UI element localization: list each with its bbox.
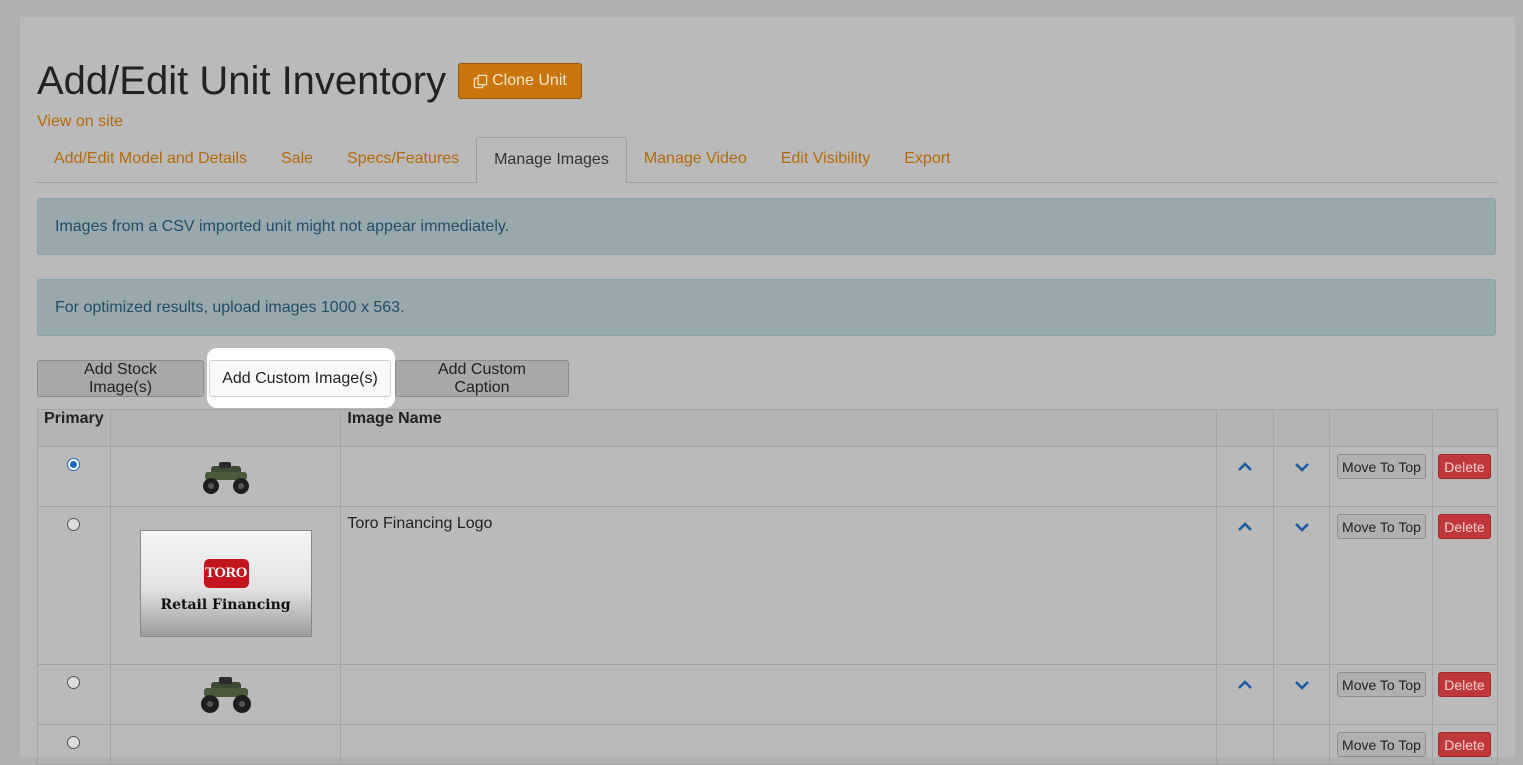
move-to-top-button[interactable]: Move To Top (1336, 454, 1426, 479)
page-container: Add/Edit Unit Inventory Clone Unit View … (20, 17, 1515, 765)
title-row: Add/Edit Unit Inventory Clone Unit (37, 57, 582, 105)
chevron-up-icon[interactable] (1238, 522, 1253, 532)
column-header-delete (1431, 409, 1499, 447)
chevron-down-icon[interactable] (1294, 462, 1309, 472)
clone-icon (473, 74, 488, 88)
image-name-cell (340, 664, 1218, 725)
column-header-move-top (1328, 409, 1433, 447)
primary-radio[interactable] (67, 458, 80, 471)
image-name-cell: Toro Financing Logo (340, 506, 1218, 665)
atv-thumbnail-icon[interactable] (197, 460, 255, 496)
clone-unit-button[interactable]: Clone Unit (458, 63, 582, 99)
primary-radio[interactable] (67, 676, 80, 689)
delete-button[interactable]: Delete (1437, 732, 1491, 757)
primary-radio[interactable] (67, 518, 80, 531)
toro-logo-text: Retail Financing (160, 597, 291, 613)
delete-button[interactable]: Delete (1437, 454, 1491, 479)
add-custom-caption-button[interactable]: Add Custom Caption (395, 360, 569, 397)
add-stock-images-button[interactable]: Add Stock Image(s) (37, 360, 204, 397)
tab-add-edit-model[interactable]: Add/Edit Model and Details (37, 136, 264, 182)
view-on-site-link[interactable]: View on site (37, 113, 123, 131)
csv-import-alert: Images from a CSV imported unit might no… (37, 198, 1496, 255)
images-table: Primary Image Name Move To Top Delete TO… (37, 409, 1499, 765)
column-header-primary: Primary (37, 409, 111, 447)
table-row: Move To Top Delete (37, 724, 1499, 765)
table-row: Move To Top Delete (37, 664, 1499, 725)
delete-button[interactable]: Delete (1437, 514, 1491, 539)
tab-specs-features[interactable]: Specs/Features (330, 136, 476, 182)
chevron-up-icon[interactable] (1238, 462, 1253, 472)
column-header-move-down (1273, 409, 1330, 447)
move-to-top-button[interactable]: Move To Top (1336, 672, 1426, 697)
tab-manage-video[interactable]: Manage Video (627, 136, 764, 182)
tab-export[interactable]: Export (887, 136, 967, 182)
clone-unit-label: Clone Unit (492, 72, 567, 89)
move-to-top-button[interactable]: Move To Top (1336, 514, 1426, 539)
toro-financing-thumbnail[interactable]: TORO Retail Financing (139, 530, 312, 637)
column-header-image-name: Image Name (340, 409, 1218, 447)
column-header-move-up (1216, 409, 1275, 447)
chevron-down-icon[interactable] (1294, 522, 1309, 532)
table-header-row: Primary Image Name (37, 409, 1499, 447)
atv-thumbnail-icon[interactable] (195, 675, 257, 715)
tab-bar: Add/Edit Model and Details Sale Specs/Fe… (37, 135, 1498, 183)
chevron-down-icon[interactable] (1294, 680, 1309, 690)
table-row: TORO Retail Financing Toro Financing Log… (37, 506, 1499, 665)
page-title: Add/Edit Unit Inventory (37, 59, 447, 103)
image-name-cell (340, 446, 1218, 507)
chevron-up-icon[interactable] (1238, 680, 1253, 690)
add-custom-images-button[interactable]: Add Custom Image(s) (209, 360, 391, 397)
image-size-alert: For optimized results, upload images 100… (37, 279, 1496, 336)
tab-sale[interactable]: Sale (264, 136, 330, 182)
column-header-thumbnail (109, 409, 342, 447)
tab-edit-visibility[interactable]: Edit Visibility (764, 136, 888, 182)
tab-manage-images[interactable]: Manage Images (476, 137, 627, 183)
delete-button[interactable]: Delete (1437, 672, 1491, 697)
toro-logo-badge: TORO (203, 559, 249, 588)
move-to-top-button[interactable]: Move To Top (1336, 732, 1426, 757)
table-row: Move To Top Delete (37, 446, 1499, 507)
